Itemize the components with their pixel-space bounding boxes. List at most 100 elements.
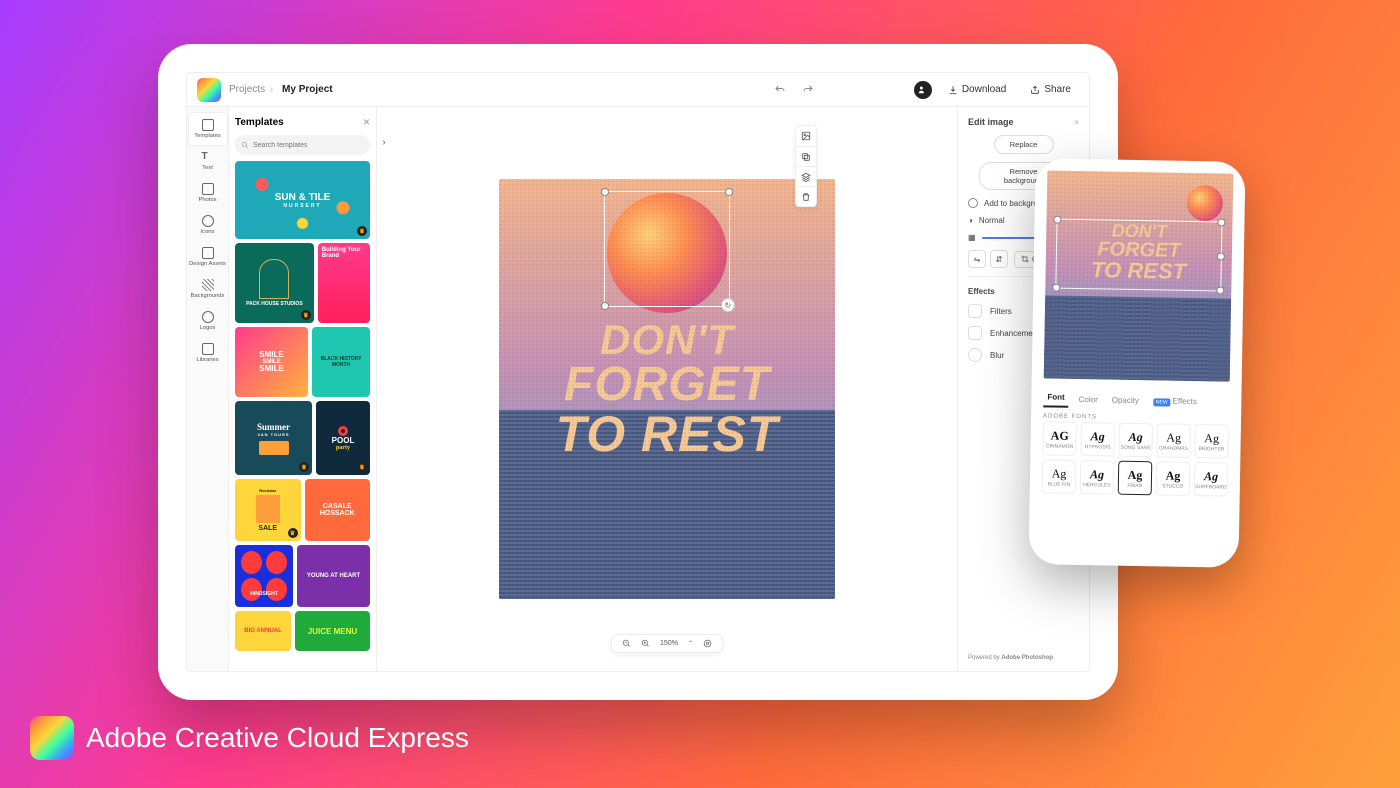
font-option-selected[interactable]: AgFRIAR [1118,461,1153,496]
template-sun-tile[interactable]: SUN & TILE NURSERY ♛ [235,161,370,239]
undo-button[interactable] [770,80,790,100]
resize-handle[interactable] [1217,252,1225,260]
template-building-brand[interactable]: Building Your Brand [318,243,370,323]
template-search[interactable] [235,135,370,155]
resize-handle[interactable] [601,302,609,310]
selection-box[interactable]: ↻ [604,191,730,307]
tab-effects[interactable]: Effects [1149,392,1201,410]
zoom-in-button[interactable] [641,639,650,648]
share-label: Share [1044,84,1071,95]
canvas-headline[interactable]: DON'T FORGET TO REST [499,319,835,459]
brand-logo-icon [30,716,74,760]
font-option[interactable]: AgBRIGHTER [1194,424,1229,459]
template-casale[interactable]: CASALE HOSSACK [305,479,371,541]
flip-vertical-button[interactable]: ⇵ [990,250,1008,268]
search-icon [241,141,249,149]
premium-icon: ♛ [357,462,367,472]
font-option[interactable]: AgHYPNOSIS [1080,422,1115,457]
phone-orb[interactable] [1186,185,1223,222]
phone-headline[interactable]: DON'T FORGET TO REST [1045,220,1232,283]
libraries-icon [202,343,214,355]
premium-icon: ♛ [288,528,298,538]
resize-handle[interactable] [725,188,733,196]
tab-font[interactable]: Font [1043,388,1069,407]
powered-by: Powered by Adobe Photoshop [968,655,1079,661]
template-hindsight[interactable]: HINDSIGHT [235,545,293,607]
font-option[interactable]: AgSONG SANS [1118,423,1153,458]
template-rockstar[interactable]: Rockstar SALE ♛ [235,479,301,541]
nav-photos[interactable]: Photos [189,177,227,209]
breadcrumb-root[interactable]: Projects [229,84,265,95]
nav-backgrounds[interactable]: Backgrounds [189,273,227,305]
resize-handle[interactable] [1052,284,1060,292]
font-option[interactable]: AgSTUCCO [1156,461,1191,496]
nav-design-assets[interactable]: Design Assets [189,241,227,273]
breadcrumb[interactable]: Projects › My Project [229,84,333,95]
tab-opacity[interactable]: Opacity [1108,391,1143,409]
nav-logos[interactable]: Logos [189,305,227,337]
image-tool-button[interactable] [796,126,816,146]
fit-screen-button[interactable] [703,639,712,648]
template-pool[interactable]: POOL party ♛ [316,401,370,475]
template-young[interactable]: YOUNG AT HEART [297,545,370,607]
templates-grid: SUN & TILE NURSERY ♛ PACK HOUSE STUDIOS … [235,161,370,663]
template-pack-house[interactable]: PACK HOUSE STUDIOS ♛ [235,243,314,323]
brand-name: Adobe Creative Cloud Express [86,722,469,754]
flip-horizontal-button[interactable]: ⇋ [968,250,986,268]
resize-handle[interactable] [601,188,609,196]
template-search-input[interactable] [253,142,364,149]
font-option[interactable]: AgGRANDMAS [1156,423,1191,458]
template-big-annual[interactable]: BIG ANNUAL [235,611,291,651]
resize-handle[interactable] [1053,216,1061,224]
redo-button[interactable] [798,80,818,100]
nav-text[interactable]: TText [189,145,227,177]
zoom-value[interactable]: 150% [660,640,678,647]
radio-icon [968,198,978,208]
replace-button[interactable]: Replace [994,135,1054,154]
resize-handle[interactable] [1217,218,1225,226]
canvas-sea [499,410,835,599]
phone-selection-box[interactable] [1055,219,1222,292]
template-smile[interactable]: SMILE SMILE SMILE [235,327,308,397]
download-button[interactable]: Download [940,80,1014,99]
rotate-handle[interactable]: ↻ [721,298,735,312]
font-option[interactable]: AGCINNAMON [1042,421,1077,456]
invite-button[interactable] [914,81,932,99]
canvas-area[interactable]: DON'T FORGET TO REST ↻ [377,107,957,671]
font-option[interactable]: AgHERCULES [1080,460,1115,495]
font-option[interactable]: AgSURFBOARD [1194,462,1229,497]
nav-templates[interactable]: Templates [189,113,227,145]
template-summer[interactable]: Summer VAN TOURS ♛ [235,401,312,475]
tab-color[interactable]: Color [1075,391,1102,408]
left-nav: Templates TText Photos Icons Design Asse… [187,107,229,671]
close-panel-button[interactable]: × [363,115,370,129]
close-panel-button[interactable]: × [1074,118,1079,127]
templates-panel: Templates × SUN & TILE NURSERY ♛ [229,107,377,671]
layers-button[interactable] [796,166,816,186]
resize-handle[interactable] [1216,286,1224,294]
font-option[interactable]: AgBLUE FIN [1042,459,1077,494]
canvas[interactable]: DON'T FORGET TO REST ↻ [499,179,835,599]
premium-icon: ♛ [299,462,309,472]
app-window: Projects › My Project Download Share [186,72,1090,672]
duplicate-button[interactable] [796,146,816,166]
icons-icon [202,215,214,227]
collapse-panel-button[interactable]: › [377,135,391,149]
delete-button[interactable] [796,186,816,206]
template-juice[interactable]: JUICE MENU [295,611,370,651]
photos-icon [202,183,214,195]
nav-libraries[interactable]: Libraries [189,337,227,369]
share-button[interactable]: Share [1022,80,1079,99]
zoom-out-button[interactable] [622,639,631,648]
zoom-chevron-icon[interactable]: ⌃ [688,640,693,647]
canvas-orb-image[interactable] [607,193,727,313]
phone-canvas[interactable]: DON'T FORGET TO REST [1044,170,1234,381]
logos-icon [202,311,214,323]
nav-icons[interactable]: Icons [189,209,227,241]
tablet-frame: Projects › My Project Download Share [158,44,1118,700]
breadcrumb-project[interactable]: My Project [282,84,333,95]
enhancements-icon [968,326,982,340]
premium-icon: ♛ [301,310,311,320]
app-logo-icon [197,78,221,102]
template-bhm[interactable]: BLACK HISTORY MONTH [312,327,370,397]
